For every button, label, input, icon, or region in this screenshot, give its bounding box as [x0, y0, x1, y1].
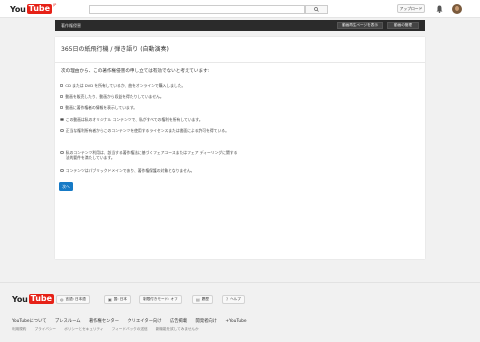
option-label: この動画は私のオリジナル コンテンツで、私がすべての権利を所有しています。	[65, 117, 203, 122]
option-credit-owner[interactable]: 動画に著作権者の情報を表示しています。	[60, 105, 240, 110]
radio[interactable]	[60, 128, 64, 133]
footer-link[interactable]: +YouTube	[225, 319, 246, 324]
footer-small-link[interactable]: フィードバックの送信	[112, 327, 148, 331]
logo-you: You	[10, 4, 26, 14]
search-icon	[314, 7, 319, 12]
dispute-card: 365日の紙飛行機 / 弾き語り (自動演奏) 次の理由から、この著作権侵害の申…	[55, 37, 425, 259]
footer-logo[interactable]: You Tube	[12, 294, 55, 304]
option-no-monetize[interactable]: 動画を販売したり、動画から収益を得たりしていません。	[60, 94, 240, 99]
logo-tube: Tube	[28, 294, 55, 304]
language-button[interactable]: ◍ 言語: 日本語	[56, 295, 90, 304]
page-subbar: 著作権侵害 動画再生ページを表示 動画の管理	[55, 20, 425, 31]
watch-page-button[interactable]: 動画再生ページを表示	[337, 22, 383, 29]
help-label: ヘルプ	[230, 297, 241, 301]
option-label: CD または DVD を所有しているか、曲をオンラインで購入しました。	[65, 83, 186, 88]
help-button[interactable]: ? ヘルプ	[222, 295, 245, 304]
avatar-face	[455, 6, 459, 11]
footer: You Tube ◍ 言語: 日本語 ▣ 国: 日本 制限付きモード: オフ ▤…	[0, 282, 480, 342]
radio[interactable]	[60, 168, 64, 173]
divider	[55, 62, 425, 63]
dispute-question: 次の理由から、この著作権侵害の申し立ては有効でないと考えています:	[61, 69, 210, 74]
radio-dot	[61, 118, 63, 121]
logo-you: You	[12, 294, 28, 304]
search-input[interactable]	[89, 5, 305, 14]
avatar[interactable]	[452, 4, 462, 14]
country-button[interactable]: ▣ 国: 日本	[104, 295, 131, 304]
flag-icon: ▣	[108, 297, 112, 302]
top-bar: You Tube JP アップロード	[0, 0, 480, 18]
option-label: 私のコンテンツ利用は、該当する著作権法に基づくフェアユースまたはフェア ディーリ…	[65, 150, 238, 161]
logo-tube: Tube	[26, 4, 53, 14]
help-icon: ?	[226, 297, 229, 302]
footer-link[interactable]: 著作権センター	[89, 319, 119, 324]
youtube-logo[interactable]: You Tube JP	[10, 3, 56, 15]
footer-link[interactable]: 開発者向け	[196, 319, 217, 324]
search-button[interactable]	[305, 5, 328, 14]
footer-links: YouTubeについて プレスルーム 著作権センター クリエイター向け 広告掲載…	[12, 318, 253, 324]
footer-link[interactable]: プレスルーム	[55, 319, 81, 324]
country-label: 国: 日本	[113, 297, 127, 301]
option-label: 動画に著作権者の情報を表示しています。	[65, 105, 138, 110]
restricted-label: 制限付きモード: オフ	[143, 297, 178, 301]
footer-small-link[interactable]: プライバシー	[35, 327, 57, 331]
checkbox[interactable]	[60, 83, 64, 87]
option-label: 動画を販売したり、動画から収益を得たりしていません。	[65, 94, 164, 99]
footer-small-link[interactable]: ポリシーとセキュリティ	[64, 327, 103, 331]
radio[interactable]	[60, 150, 64, 155]
upload-button[interactable]: アップロード	[397, 4, 425, 13]
globe-icon: ◍	[60, 297, 64, 302]
footer-small-link[interactable]: 新機能を試してみませんか	[156, 327, 199, 331]
history-icon: ▤	[196, 297, 200, 302]
history-button[interactable]: ▤ 履歴	[192, 295, 213, 304]
video-title: 365日の紙飛行機 / 弾き語り (自動演奏)	[61, 46, 169, 53]
footer-small-links: 利用規約 プライバシー ポリシーとセキュリティ フィードバックの送信 新機能を試…	[12, 327, 206, 332]
option-public-domain[interactable]: コンテンツはパブリックドメインであり、著作権保護の対象となりません。	[60, 168, 240, 173]
option-license[interactable]: 正当な権利所有者からこのコンテンツを使用するライセンスまたは書面による許可を得て…	[60, 128, 240, 133]
option-fair-use[interactable]: 私のコンテンツ利用は、該当する著作権法に基づくフェアユースまたはフェア ディーリ…	[60, 150, 240, 160]
footer-link[interactable]: YouTubeについて	[12, 319, 47, 324]
option-original-content[interactable]: この動画は私のオリジナル コンテンツで、私がすべての権利を所有しています。	[60, 117, 240, 122]
bell-icon	[436, 5, 443, 13]
footer-small-link[interactable]: 利用規約	[12, 327, 26, 331]
option-label: 正当な権利所有者からこのコンテンツを使用するライセンスまたは書面による許可を得て…	[65, 128, 229, 133]
footer-link[interactable]: 広告掲載	[170, 319, 187, 324]
history-label: 履歴	[201, 297, 209, 301]
checkbox[interactable]	[60, 94, 64, 98]
footer-link[interactable]: クリエイター向け	[127, 319, 161, 324]
radio-selected[interactable]	[60, 117, 64, 122]
logo-region: JP	[53, 3, 57, 7]
manage-videos-button[interactable]: 動画の管理	[387, 22, 419, 29]
notifications-button[interactable]	[435, 4, 444, 14]
option-own-cd[interactable]: CD または DVD を所有しているか、曲をオンラインで購入しました。	[60, 83, 240, 88]
restricted-mode-button[interactable]: 制限付きモード: オフ	[139, 295, 182, 304]
option-label: コンテンツはパブリックドメインであり、著作権保護の対象となりません。	[65, 168, 195, 173]
language-label: 言語: 日本語	[65, 297, 86, 301]
checkbox[interactable]	[60, 105, 64, 109]
next-button[interactable]: 次へ	[59, 182, 73, 191]
subbar-title: 著作権侵害	[61, 23, 81, 28]
